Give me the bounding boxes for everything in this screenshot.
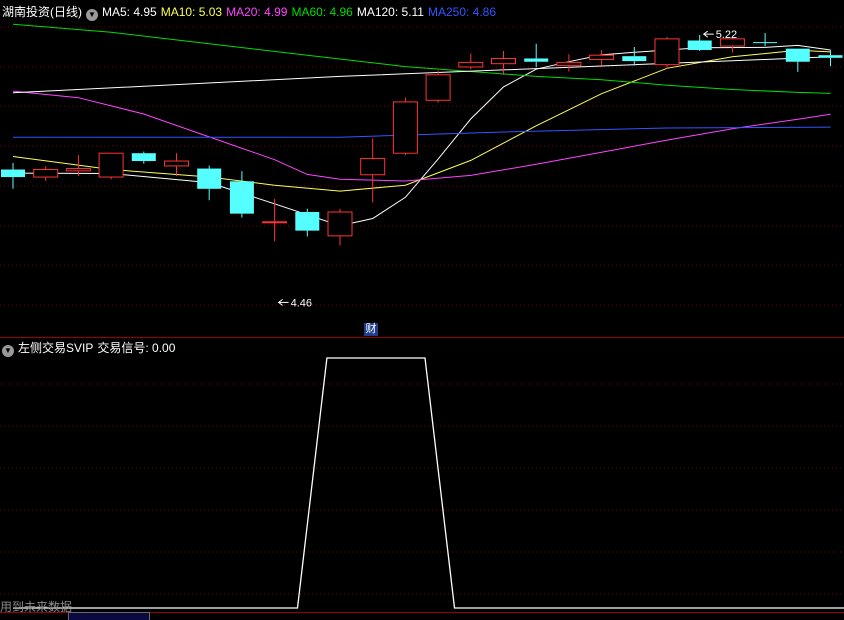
- ma5-label: MA5: 4.95: [102, 5, 157, 19]
- candle-body: [589, 54, 615, 60]
- candle-body: [524, 58, 549, 62]
- ma-line-ma20: [12, 90, 831, 182]
- candle-body: [65, 168, 91, 172]
- annotation-label: 4.46: [291, 297, 312, 309]
- ma10-label: MA10: 5.03: [160, 5, 223, 19]
- candle-body: [360, 157, 386, 176]
- chevron-down-icon[interactable]: ▼: [86, 9, 98, 21]
- indicator-panel-header: ▼ 左侧交易SVIP 交易信号: 0.00: [2, 340, 179, 357]
- candle-body: [1, 169, 25, 178]
- ma60-label: MA60: 4.96: [291, 5, 353, 19]
- ma-line-ma5: [12, 44, 831, 227]
- candle-body: [753, 42, 778, 44]
- annotation-label: 5.22: [716, 29, 737, 41]
- main-panel-header: 湖南投资(日线) ▼ MA5: 4.95 MA10: 5.03 MA20: 4.99 MA…: [2, 4, 500, 21]
- candle-body: [654, 38, 680, 66]
- candle-body: [687, 40, 712, 50]
- candle-body: [425, 74, 451, 101]
- financial-report-marker[interactable]: 财: [364, 323, 378, 336]
- candle-body: [262, 221, 288, 224]
- candle-body: [785, 48, 810, 62]
- ma-line-ma250: [13, 126, 831, 138]
- candle-body: [197, 168, 222, 189]
- candle-body: [622, 56, 647, 62]
- future-data-warning: 用到未来数据: [0, 600, 73, 614]
- candle-body: [131, 153, 156, 162]
- chevron-down-icon[interactable]: ▼: [2, 345, 14, 357]
- ma250-label: MA250: 4.86: [427, 5, 497, 19]
- stock-name: 湖南投资(日线): [2, 5, 82, 19]
- candle-body: [556, 61, 582, 67]
- candle-body: [33, 169, 59, 178]
- candle-body: [229, 181, 254, 214]
- ma-line-ma10: [12, 49, 831, 192]
- candle-body: [818, 55, 843, 58]
- indicator-name: 左侧交易SVIP: [18, 341, 94, 355]
- candle-body: [392, 101, 418, 154]
- candle-body: [491, 57, 516, 65]
- ma-line-ma120: [12, 56, 831, 94]
- candle-body: [295, 212, 320, 231]
- signal-value: 交易信号: 0.00: [97, 341, 176, 355]
- kline-chart[interactable]: 5.22 4.46: [0, 0, 844, 619]
- candle-body: [458, 61, 484, 68]
- candle-body: [327, 211, 353, 237]
- candle-body: [98, 152, 124, 178]
- ma120-label: MA120: 5.11: [356, 5, 424, 19]
- candle-body: [164, 160, 189, 167]
- ma20-label: MA20: 4.99: [226, 5, 288, 19]
- signal-line: [13, 357, 844, 609]
